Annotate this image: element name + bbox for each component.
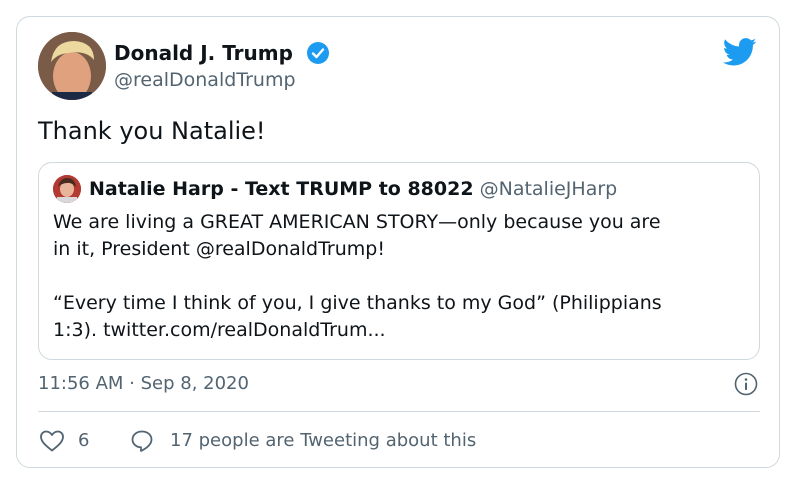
quoted-text-line: in it, President @realDonaldTrump! — [53, 238, 385, 260]
author-display-name[interactable]: Donald J. Trump — [114, 41, 293, 65]
conversation-link[interactable]: 17 people are Tweeting about this — [170, 429, 476, 453]
divider — [38, 411, 760, 412]
quoted-author-avatar[interactable] — [53, 175, 81, 203]
reply-bubble-icon[interactable] — [130, 429, 154, 453]
author-handle[interactable]: @realDonaldTrump — [114, 68, 296, 92]
quoted-tweet-text: We are living a GREAT AMERICAN STORY—onl… — [53, 209, 743, 344]
twitter-bird-icon[interactable] — [723, 38, 757, 66]
quoted-text-line: We are living a GREAT AMERICAN STORY—onl… — [53, 211, 661, 233]
quoted-text-line: “Every time I think of you, I give thank… — [53, 292, 662, 314]
quoted-handle[interactable]: @NatalieJHarp — [480, 178, 618, 200]
quoted-display-name[interactable]: Natalie Harp - Text TRUMP to 88022 — [89, 178, 474, 200]
tweet-text: Thank you Natalie! — [38, 117, 266, 145]
tweet-card[interactable]: Donald J. Trump @realDonaldTrump Thank y… — [16, 16, 780, 468]
info-icon[interactable] — [734, 372, 758, 396]
tweet-timestamp[interactable]: 11:56 AM · Sep 8, 2020 — [38, 372, 249, 396]
heart-icon[interactable] — [39, 429, 65, 453]
quoted-tweet[interactable]: Natalie Harp - Text TRUMP to 88022 @Nata… — [38, 162, 760, 360]
quoted-text-line: 1:3). twitter.com/realDonaldTrum... — [53, 319, 386, 341]
author-avatar[interactable] — [38, 32, 106, 100]
verified-badge-icon — [307, 42, 329, 64]
quoted-header: Natalie Harp - Text TRUMP to 88022 @Nata… — [89, 176, 617, 202]
like-count[interactable]: 6 — [78, 429, 89, 453]
